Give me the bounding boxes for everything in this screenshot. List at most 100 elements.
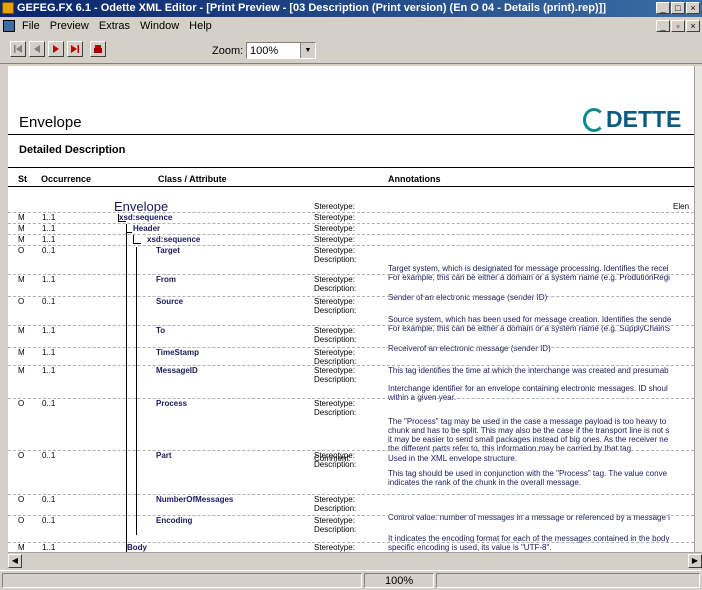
menu-window[interactable]: Window (140, 20, 179, 32)
previous-page-button[interactable] (29, 41, 45, 57)
row-status: O (18, 516, 25, 525)
row-status: M (18, 224, 25, 233)
annotation-text: This tag identifies the time at which th… (388, 366, 669, 375)
row-attribute-name: Encoding (156, 516, 193, 525)
row-separator (8, 223, 694, 224)
annotation-label: Description: (314, 335, 357, 344)
menu-extras[interactable]: Extras (99, 20, 130, 32)
vertical-scrollbar[interactable] (694, 66, 702, 552)
row-separator (8, 347, 694, 348)
row-occurrence: 1..1 (42, 235, 56, 244)
printer-icon (94, 45, 102, 53)
annotation-label: Description: (314, 408, 357, 417)
header-bottom-rule (8, 186, 694, 187)
row-attribute-name: MessageID (156, 366, 198, 375)
row-occurrence: 1..1 (42, 275, 56, 284)
row-separator (8, 234, 694, 235)
odette-logo: DETTE (583, 106, 682, 133)
row-occurrence: 1..1 (42, 543, 56, 552)
app-icon[interactable] (2, 2, 14, 14)
row-attribute-name: Target (156, 246, 180, 255)
toolbar: Zoom: 100% ▼ (0, 35, 702, 64)
row-status: O (18, 297, 25, 306)
row-separator (8, 245, 694, 246)
scroll-left-button[interactable]: ◀ (8, 554, 22, 568)
root-stereotype-label: Stereotype: (314, 202, 355, 211)
minimize-button[interactable]: _ (656, 2, 670, 14)
row-occurrence: 1..1 (42, 366, 56, 375)
row-status: M (18, 326, 25, 335)
row-separator (8, 494, 694, 495)
scroll-right-button[interactable]: ▶ (688, 554, 702, 568)
title-bar: GEFEG.FX 6.1 - Odette XML Editor - [Prin… (0, 0, 702, 17)
annotation-label: Description: (314, 525, 357, 534)
last-page-icon (71, 45, 79, 53)
previous-page-icon (34, 45, 40, 53)
row-separator (8, 296, 694, 297)
annotation-text: Sender of an electronic message (sender … (388, 293, 548, 302)
next-page-icon (53, 45, 59, 53)
row-attribute-name: Body (127, 543, 147, 552)
comment-text: Used in the XML envelope structure. (388, 454, 518, 463)
row-separator (8, 365, 694, 366)
menu-file[interactable]: File (22, 20, 40, 32)
row-occurrence: 0..1 (42, 516, 56, 525)
row-attribute-name: NumberOfMessages (156, 495, 234, 504)
root-stereotype-value: Elen (673, 202, 690, 211)
horizontal-scrollbar[interactable]: ◀ ▶ (8, 552, 702, 569)
next-page-button[interactable] (48, 41, 64, 57)
row-occurrence: 0..1 (42, 246, 56, 255)
section-heading: Detailed Description (19, 144, 126, 156)
row-separator (8, 274, 694, 275)
row-status: M (18, 235, 25, 244)
row-status: M (18, 275, 25, 284)
row-status: O (18, 451, 25, 460)
col-st: St (18, 174, 27, 184)
logo-text: DETTE (606, 106, 682, 132)
menu-preview[interactable]: Preview (50, 20, 89, 32)
row-separator (8, 450, 694, 451)
row-status: M (18, 348, 25, 357)
row-status: M (18, 543, 25, 552)
row-occurrence: 1..1 (42, 213, 56, 222)
col-occurrence: Occurrence (41, 174, 92, 184)
maximize-button[interactable]: □ (671, 2, 685, 14)
window-title: GEFEG.FX 6.1 - Odette XML Editor - [Prin… (17, 2, 606, 14)
row-separator (8, 515, 694, 516)
annotation-label: Description: (314, 504, 357, 513)
row-attribute-name: xsd:sequence (147, 235, 201, 244)
print-button[interactable] (90, 41, 106, 57)
row-attribute-name: xsd:sequence (119, 213, 173, 222)
tree-line (133, 235, 134, 243)
mdi-minimize-button[interactable]: _ (656, 20, 670, 32)
tree-line (126, 232, 132, 233)
print-preview-page: Envelope DETTE Detailed Description St O… (8, 66, 694, 552)
first-page-button[interactable] (10, 41, 26, 57)
last-page-button[interactable] (67, 41, 83, 57)
annotation-label: Stereotype: (314, 543, 355, 552)
menu-bar: File Preview Extras Window Help _ ▫ × (0, 17, 702, 35)
annotation-text: the different parts refer to, this infor… (388, 444, 634, 453)
row-status: O (18, 495, 25, 504)
mdi-restore-button[interactable]: ▫ (671, 20, 685, 32)
row-occurrence: 0..1 (42, 451, 56, 460)
tree-line (136, 247, 137, 535)
row-attribute-name: Process (156, 399, 188, 408)
close-button[interactable]: × (686, 2, 700, 14)
row-separator (8, 325, 694, 326)
annotation-label: Stereotype: (314, 224, 355, 233)
menu-help[interactable]: Help (189, 20, 212, 32)
row-separator (8, 212, 694, 213)
row-separator (8, 542, 694, 543)
row-occurrence: 0..1 (42, 297, 56, 306)
zoom-select[interactable]: 100% ▼ (246, 42, 316, 59)
chevron-down-icon[interactable]: ▼ (300, 43, 315, 58)
annotation-text: indicates the rank of the chunk in the o… (388, 478, 581, 487)
row-attribute-name: From (156, 275, 176, 284)
document-icon[interactable] (3, 20, 15, 32)
row-occurrence: 1..1 (42, 348, 56, 357)
annotation-text: specific encoding is used, its value is … (388, 543, 552, 552)
mdi-close-button[interactable]: × (686, 20, 700, 32)
row-occurrence: 1..1 (42, 326, 56, 335)
row-occurrence: 1..1 (42, 224, 56, 233)
